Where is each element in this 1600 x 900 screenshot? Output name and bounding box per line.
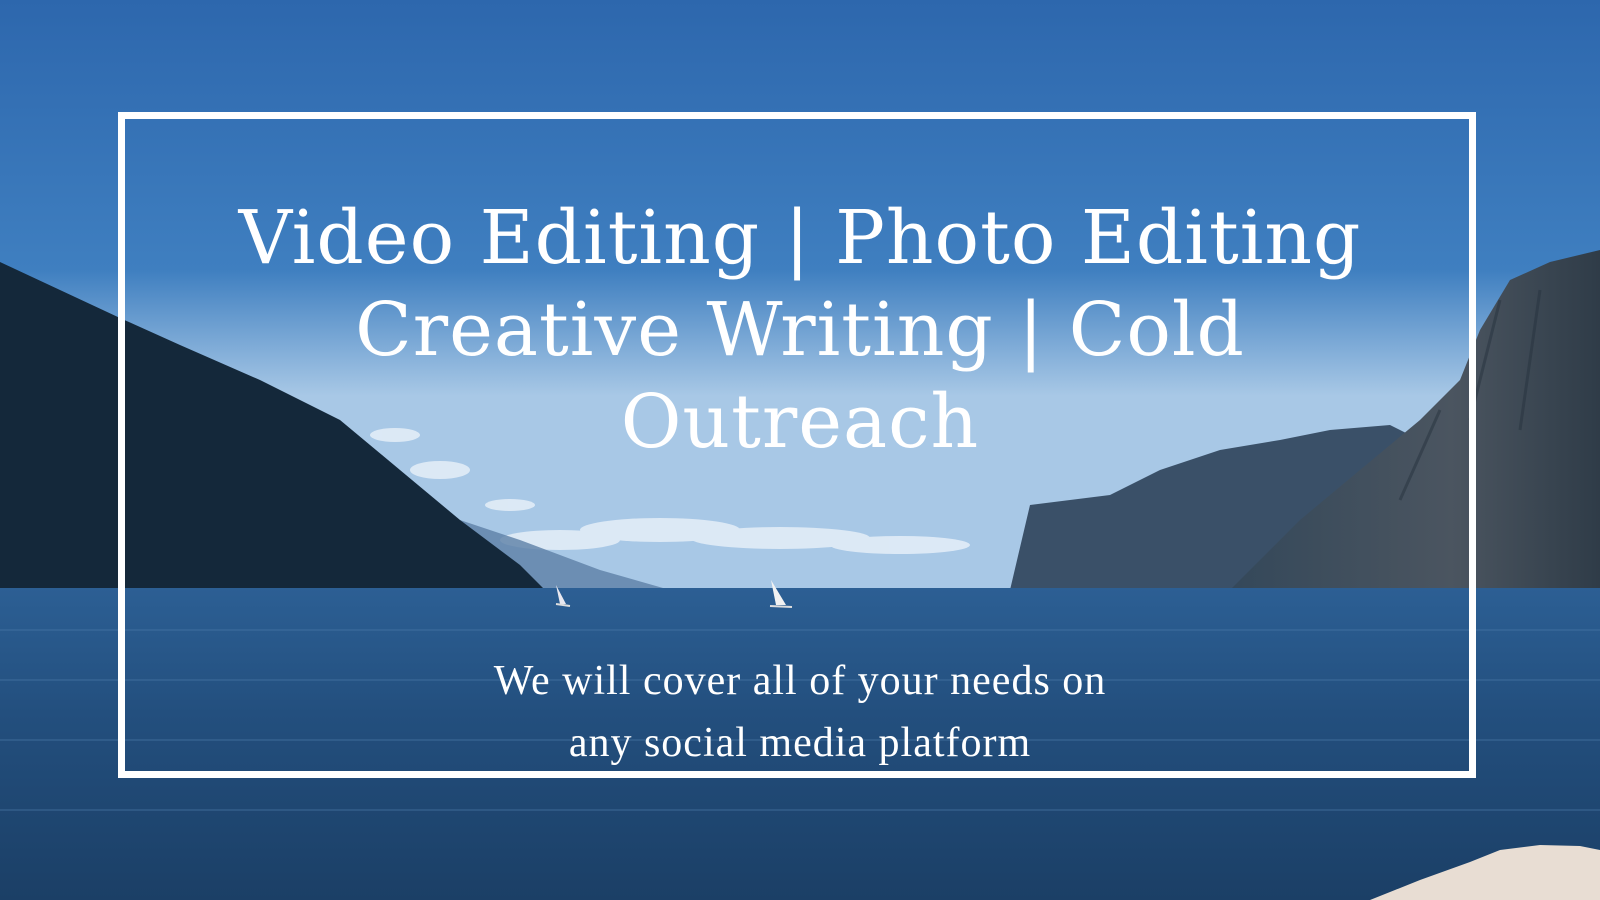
headline-line-services: Video Editing | Photo Editing [238,195,1362,281]
banner-scene: Video Editing | Photo Editing Creative W… [0,0,1600,900]
headline: Video Editing | Photo Editing Creative W… [200,192,1400,468]
tagline-line-1: We will cover all of your needs on [493,658,1107,704]
headline-line-outreach: Outreach [620,379,980,465]
tagline: We will cover all of your needs on any s… [300,650,1300,774]
headline-line-writing: Creative Writing | Cold [355,287,1245,373]
tagline-line-2: any social media platform [568,720,1032,766]
